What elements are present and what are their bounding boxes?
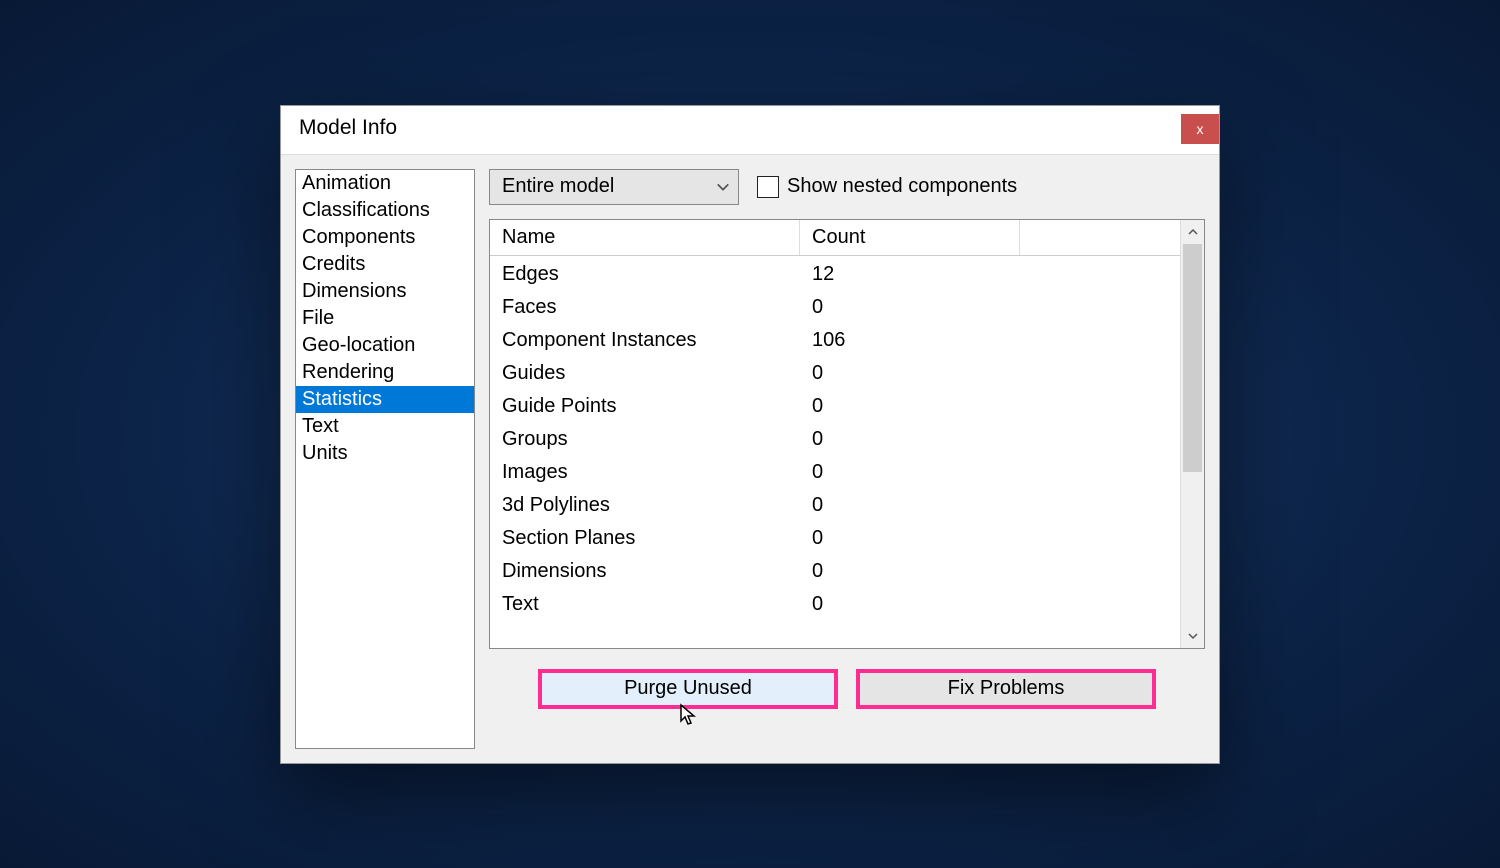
sidebar-item-components[interactable]: Components <box>296 224 474 251</box>
cell-name: Text <box>490 588 800 621</box>
purge-unused-button[interactable]: Purge Unused <box>538 669 838 709</box>
main-panel: Entire model Show nested components Name… <box>489 169 1205 749</box>
cell-name: Images <box>490 456 800 489</box>
sidebar-item-classifications[interactable]: Classifications <box>296 197 474 224</box>
scroll-up-button[interactable] <box>1181 220 1204 244</box>
action-button-row: Purge Unused Fix Problems <box>489 669 1205 709</box>
statistics-table-wrap: Name Count Edges12Faces0Component Instan… <box>489 219 1205 649</box>
chevron-up-icon <box>1188 227 1198 237</box>
sidebar-item-text[interactable]: Text <box>296 413 474 440</box>
cell-count: 106 <box>800 324 1180 357</box>
show-nested-checkbox[interactable]: Show nested components <box>757 175 1017 198</box>
statistics-table: Name Count Edges12Faces0Component Instan… <box>490 220 1180 648</box>
scroll-down-button[interactable] <box>1181 624 1204 648</box>
checkbox-icon <box>757 176 779 198</box>
cell-count: 0 <box>800 489 1180 522</box>
sidebar-item-credits[interactable]: Credits <box>296 251 474 278</box>
cell-name: Edges <box>490 258 800 291</box>
table-row[interactable]: Faces0 <box>490 291 1180 324</box>
sidebar-item-statistics[interactable]: Statistics <box>296 386 474 413</box>
table-row[interactable]: Guide Points0 <box>490 390 1180 423</box>
cell-name: Guides <box>490 357 800 390</box>
sidebar-item-units[interactable]: Units <box>296 440 474 467</box>
close-button[interactable]: x <box>1181 114 1219 144</box>
cell-count: 0 <box>800 588 1180 621</box>
cursor-icon <box>678 703 698 727</box>
table-row[interactable]: Edges12 <box>490 258 1180 291</box>
cell-name: Guide Points <box>490 390 800 423</box>
model-info-dialog: Model Info x AnimationClassificationsCom… <box>280 105 1220 764</box>
purge-unused-label: Purge Unused <box>624 677 752 700</box>
cell-name: Section Planes <box>490 522 800 555</box>
cell-count: 0 <box>800 456 1180 489</box>
checkbox-label: Show nested components <box>787 175 1017 198</box>
vertical-scrollbar[interactable] <box>1180 220 1204 648</box>
sidebar-list[interactable]: AnimationClassificationsComponentsCredit… <box>295 169 475 749</box>
cell-name: Component Instances <box>490 324 800 357</box>
header-count[interactable]: Count <box>800 220 1020 255</box>
chevron-down-icon <box>716 180 730 194</box>
table-row[interactable]: Images0 <box>490 456 1180 489</box>
close-icon: x <box>1197 122 1204 136</box>
cell-count: 0 <box>800 522 1180 555</box>
scrollbar-track[interactable] <box>1181 244 1204 624</box>
header-name[interactable]: Name <box>490 220 800 255</box>
table-body: Edges12Faces0Component Instances106Guide… <box>490 256 1180 621</box>
table-row[interactable]: Section Planes0 <box>490 522 1180 555</box>
sidebar-item-animation[interactable]: Animation <box>296 170 474 197</box>
table-row[interactable]: Text0 <box>490 588 1180 621</box>
dialog-titlebar: Model Info x <box>281 106 1219 155</box>
sidebar-item-file[interactable]: File <box>296 305 474 332</box>
cell-count: 0 <box>800 357 1180 390</box>
fix-problems-button[interactable]: Fix Problems <box>856 669 1156 709</box>
table-row[interactable]: Dimensions0 <box>490 555 1180 588</box>
cell-count: 0 <box>800 291 1180 324</box>
table-row[interactable]: Groups0 <box>490 423 1180 456</box>
cell-name: Faces <box>490 291 800 324</box>
cell-name: Dimensions <box>490 555 800 588</box>
controls-row: Entire model Show nested components <box>489 169 1205 205</box>
fix-problems-label: Fix Problems <box>948 677 1065 700</box>
header-spacer <box>1020 220 1180 255</box>
scrollbar-thumb[interactable] <box>1183 244 1202 472</box>
cell-name: Groups <box>490 423 800 456</box>
scope-dropdown[interactable]: Entire model <box>489 169 739 205</box>
dropdown-value: Entire model <box>502 175 614 198</box>
cell-count: 0 <box>800 555 1180 588</box>
table-header-row: Name Count <box>490 220 1180 256</box>
table-row[interactable]: 3d Polylines0 <box>490 489 1180 522</box>
table-row[interactable]: Guides0 <box>490 357 1180 390</box>
cell-count: 12 <box>800 258 1180 291</box>
cell-count: 0 <box>800 423 1180 456</box>
dialog-body: AnimationClassificationsComponentsCredit… <box>281 155 1219 763</box>
chevron-down-icon <box>1188 631 1198 641</box>
cell-name: 3d Polylines <box>490 489 800 522</box>
sidebar-item-geo-location[interactable]: Geo-location <box>296 332 474 359</box>
sidebar-item-dimensions[interactable]: Dimensions <box>296 278 474 305</box>
table-row[interactable]: Component Instances106 <box>490 324 1180 357</box>
dialog-title: Model Info <box>299 116 397 140</box>
cell-count: 0 <box>800 390 1180 423</box>
sidebar-item-rendering[interactable]: Rendering <box>296 359 474 386</box>
